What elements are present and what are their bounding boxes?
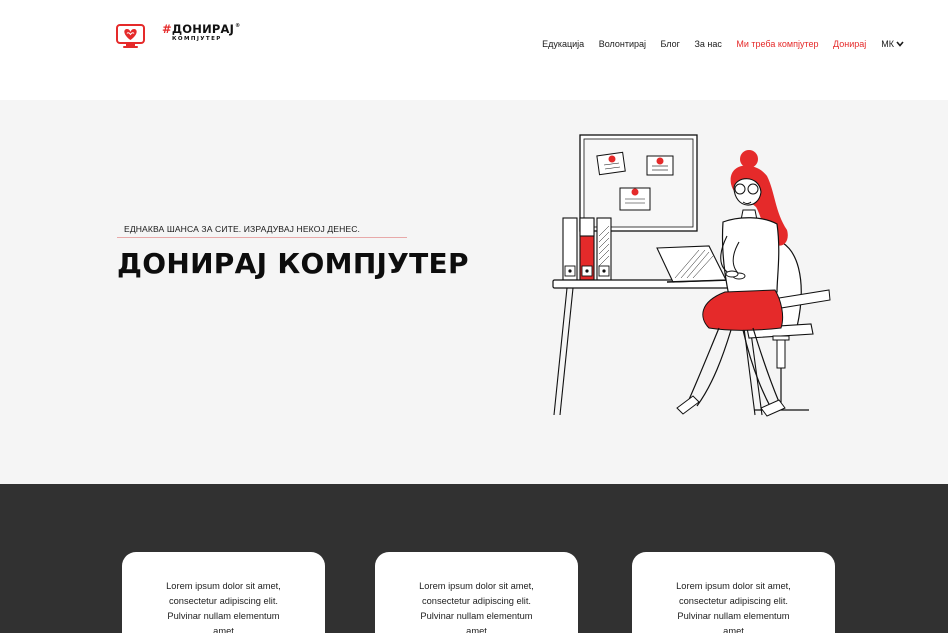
feature-card: Lorem ipsum dolor sit amet, consectetur … <box>375 552 578 633</box>
site-header: # ДОНИРАЈ ® КОМПЈУТЕР Едукација Волонтир… <box>0 0 948 100</box>
main-nav: Едукација Волонтирај Блог За нас Ми треб… <box>528 39 904 49</box>
hero-title: ДОНИРАЈ КОМПЈУТЕР <box>117 247 469 280</box>
hero-tagline: ЕДНАКВА ШАНСА ЗА СИТЕ. ИЗРАДУВАЈ НЕКОЈ Д… <box>124 224 361 234</box>
feature-card-text: Lorem ipsum dolor sit amet, consectetur … <box>166 581 281 633</box>
brand-subtitle: КОМПЈУТЕР <box>172 35 222 42</box>
nav-item-need-computer[interactable]: Ми треба компјутер <box>736 39 818 49</box>
brand-registered: ® <box>235 23 241 29</box>
feature-card-text: Lorem ipsum dolor sit amet, consectetur … <box>676 581 791 633</box>
language-selector[interactable]: МК <box>881 39 904 49</box>
hero-divider <box>117 237 407 238</box>
hero-section: ЕДНАКВА ШАНСА ЗА СИТЕ. ИЗРАДУВАЈ НЕКОЈ Д… <box>0 100 948 484</box>
feature-card-text: Lorem ipsum dolor sit amet, consectetur … <box>419 581 534 633</box>
brand-logo[interactable]: # ДОНИРАЈ ® КОМПЈУТЕР <box>116 22 241 50</box>
nav-item-blog[interactable]: Блог <box>661 39 680 49</box>
monitor-heart-logo-icon <box>116 24 145 48</box>
chevron-down-icon <box>896 41 904 47</box>
language-label: МК <box>881 39 894 49</box>
woman-at-desk-illustration <box>552 134 831 417</box>
feature-card: Lorem ipsum dolor sit amet, consectetur … <box>632 552 835 633</box>
nav-item-donate[interactable]: Донирај <box>833 39 866 49</box>
nav-item-volunteer[interactable]: Волонтирај <box>599 39 646 49</box>
brand-hash: # <box>162 22 172 36</box>
nav-item-education[interactable]: Едукација <box>542 39 584 49</box>
feature-card: Lorem ipsum dolor sit amet, consectetur … <box>122 552 325 633</box>
features-section: Lorem ipsum dolor sit amet, consectetur … <box>0 484 948 633</box>
nav-item-about[interactable]: За нас <box>694 39 721 49</box>
brand-name: ДОНИРАЈ <box>171 22 235 36</box>
